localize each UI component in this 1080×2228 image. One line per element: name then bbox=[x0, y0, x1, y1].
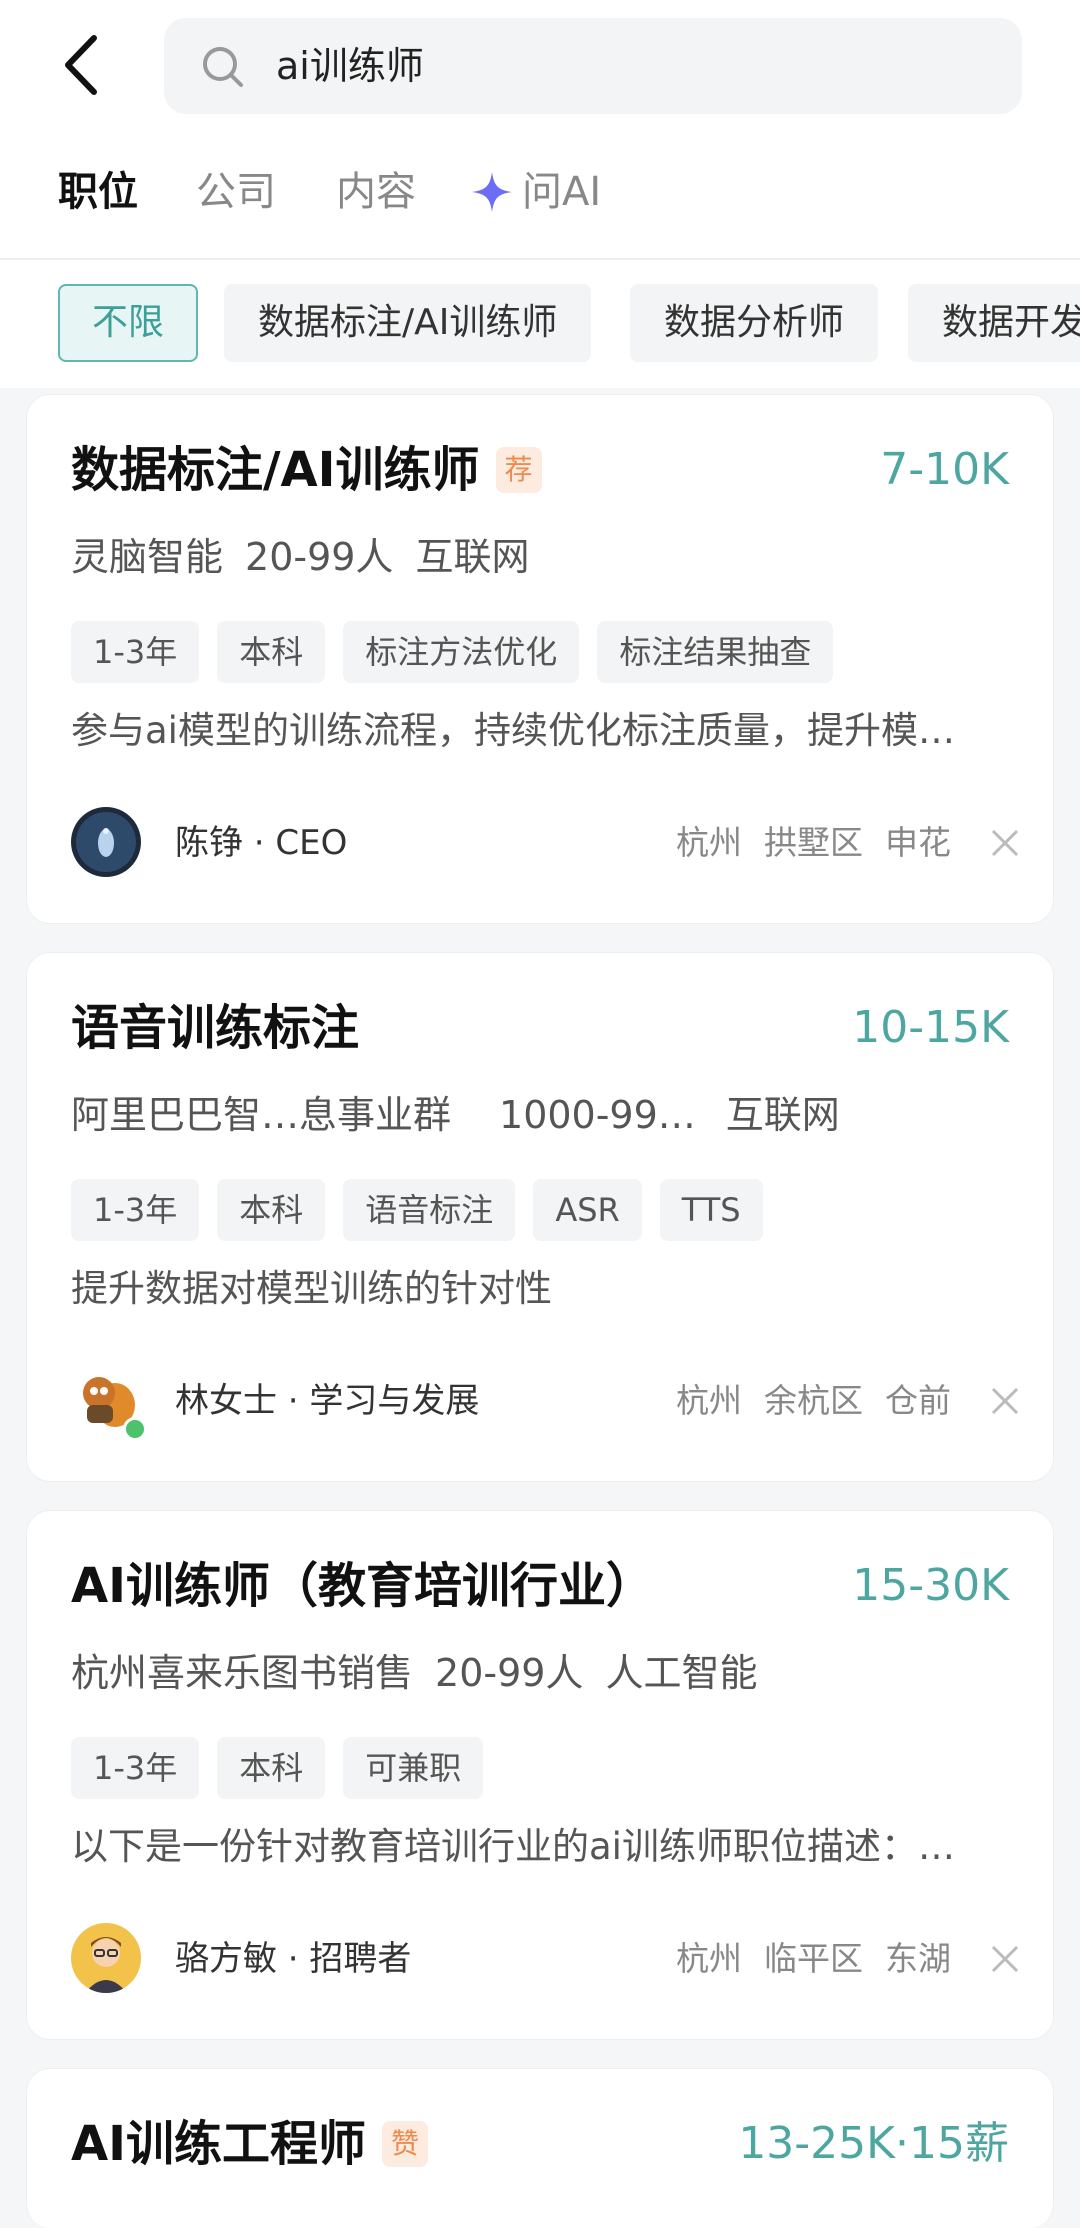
company-industry: 人工智能 bbox=[605, 1651, 758, 1695]
job-card[interactable]: 数据标注/AI训练师 荐 7-10K 灵脑智能 20-99人 互联网 1-3年 … bbox=[26, 394, 1054, 924]
top-bar: ai训练师 职位 公司 内容 问AI 不限 数据标注/AI训练师 数据分析师 数… bbox=[0, 0, 1080, 388]
company-size: 20-99人 bbox=[435, 1651, 584, 1695]
salary: 7-10K bbox=[880, 444, 1009, 495]
job-footer: 骆方敏 · 招聘者 杭州 临平区 东湖 bbox=[71, 1923, 1031, 1995]
sparkle-icon bbox=[472, 172, 512, 212]
city: 杭州 bbox=[676, 823, 742, 862]
recruiter-name: 骆方敏 · 招聘者 bbox=[175, 1939, 412, 1979]
tab-ask-ai[interactable]: 问AI bbox=[470, 160, 601, 224]
job-tags: 1-3年 本科 语音标注 ASR TTS bbox=[71, 1179, 781, 1241]
chip-data-annotation[interactable]: 数据标注/AI训练师 bbox=[224, 284, 592, 362]
job-description: 提升数据对模型训练的针对性 bbox=[71, 1267, 552, 1310]
job-tag: 本科 bbox=[217, 1737, 326, 1799]
chip-data-analyst[interactable]: 数据分析师 bbox=[630, 284, 879, 362]
company-industry: 互联网 bbox=[725, 1093, 840, 1137]
recommend-badge: 荐 bbox=[495, 447, 542, 493]
job-card[interactable]: AI训练师（教育培训行业） 15-30K 杭州喜来乐图书销售 20-99人 人工… bbox=[26, 1510, 1054, 2040]
tab-companies[interactable]: 公司 bbox=[196, 160, 276, 224]
job-tags: 1-3年 本科 标注方法优化 标注结果抽查 bbox=[71, 621, 851, 683]
job-title: AI训练师（教育培训行业） bbox=[71, 1553, 654, 1619]
close-icon[interactable] bbox=[987, 825, 1023, 861]
job-title-text: 数据标注/AI训练师 bbox=[71, 442, 480, 498]
tab-ask-ai-label: 问AI bbox=[522, 169, 602, 215]
recruiter-name: 陈铮 · CEO bbox=[175, 823, 348, 863]
job-tag: 标注方法优化 bbox=[343, 621, 580, 683]
tab-jobs[interactable]: 职位 bbox=[58, 160, 138, 224]
job-location: 杭州 临平区 东湖 bbox=[654, 1923, 951, 1995]
area: 仓前 bbox=[885, 1381, 951, 1420]
area: 东湖 bbox=[885, 1939, 951, 1978]
avatar[interactable] bbox=[71, 807, 141, 877]
city: 杭州 bbox=[676, 1939, 742, 1978]
tab-content[interactable]: 内容 bbox=[336, 160, 416, 224]
job-description: 参与ai模型的训练流程，持续优化标注质量，提升模… bbox=[71, 709, 955, 752]
job-card[interactable]: AI训练工程师 赞 13-25K·15薪 bbox=[26, 2068, 1054, 2228]
district: 余杭区 bbox=[764, 1381, 863, 1420]
city: 杭州 bbox=[676, 1381, 742, 1420]
company-info: 阿里巴巴智…息事业群 1000-99… 互联网 bbox=[71, 1089, 862, 1141]
job-tag: 1-3年 bbox=[71, 621, 200, 683]
company-name: 灵脑智能 bbox=[71, 535, 224, 579]
search-icon bbox=[203, 47, 243, 87]
job-location: 杭州 余杭区 仓前 bbox=[654, 1365, 951, 1437]
company-name: 杭州喜来乐图书销售 bbox=[71, 1651, 414, 1695]
company-name: 阿里巴巴智…息事业群 bbox=[71, 1093, 452, 1137]
company-info: 灵脑智能 20-99人 互联网 bbox=[71, 531, 551, 583]
job-tag: 标注结果抽查 bbox=[597, 621, 834, 683]
job-card[interactable]: 语音训练标注 10-15K 阿里巴巴智…息事业群 1000-99… 互联网 1-… bbox=[26, 952, 1054, 1482]
job-title-text: AI训练师（教育培训行业） bbox=[71, 1558, 655, 1614]
job-tag: 语音标注 bbox=[343, 1179, 516, 1241]
district: 拱墅区 bbox=[764, 823, 863, 862]
job-tags: 1-3年 本科 可兼职 bbox=[71, 1737, 501, 1799]
back-arrow-icon[interactable] bbox=[56, 30, 116, 100]
salary: 10-15K bbox=[852, 1002, 1009, 1053]
job-title-text: AI训练工程师 bbox=[71, 2116, 367, 2172]
salary: 15-30K bbox=[852, 1560, 1009, 1611]
salary: 13-25K·15薪 bbox=[738, 2118, 1009, 2169]
job-tag: ASR bbox=[533, 1179, 642, 1241]
praise-badge: 赞 bbox=[382, 2121, 429, 2167]
job-location: 杭州 拱墅区 申花 bbox=[654, 807, 951, 879]
job-tag: 本科 bbox=[217, 621, 326, 683]
company-info: 杭州喜来乐图书销售 20-99人 人工智能 bbox=[71, 1647, 779, 1699]
company-industry: 互联网 bbox=[415, 535, 530, 579]
recruiter-name: 林女士 · 学习与发展 bbox=[175, 1381, 480, 1421]
job-tag: TTS bbox=[659, 1179, 763, 1241]
company-size: 1000-99… bbox=[499, 1093, 696, 1137]
search-box[interactable]: ai训练师 bbox=[164, 18, 1022, 114]
job-title: AI训练工程师 赞 bbox=[71, 2111, 429, 2177]
job-tag: 可兼职 bbox=[343, 1737, 484, 1799]
chip-data-dev[interactable]: 数据开发 bbox=[908, 284, 1080, 362]
avatar[interactable] bbox=[71, 1923, 141, 1993]
close-icon[interactable] bbox=[987, 1941, 1023, 1977]
divider bbox=[0, 258, 1080, 260]
job-title: 数据标注/AI训练师 荐 bbox=[71, 437, 542, 503]
area: 申花 bbox=[885, 823, 951, 862]
job-title-text: 语音训练标注 bbox=[71, 1000, 360, 1056]
job-tag: 1-3年 bbox=[71, 1179, 200, 1241]
filter-chips: 不限 数据标注/AI训练师 数据分析师 数据开发 bbox=[0, 284, 1080, 362]
online-status-dot bbox=[123, 1417, 147, 1441]
search-query[interactable]: ai训练师 bbox=[276, 18, 424, 114]
job-tag: 1-3年 bbox=[71, 1737, 200, 1799]
job-tag: 本科 bbox=[217, 1179, 326, 1241]
chip-all[interactable]: 不限 bbox=[58, 284, 199, 362]
job-footer: 林女士 · 学习与发展 杭州 余杭区 仓前 bbox=[71, 1365, 1031, 1441]
job-description: 以下是一份针对教育培训行业的ai训练师职位描述：… bbox=[71, 1825, 955, 1868]
company-size: 20-99人 bbox=[245, 535, 394, 579]
close-icon[interactable] bbox=[987, 1383, 1023, 1419]
job-footer: 陈铮 · CEO 杭州 拱墅区 申花 bbox=[71, 807, 1031, 879]
job-title: 语音训练标注 bbox=[71, 995, 359, 1061]
district: 临平区 bbox=[764, 1939, 863, 1978]
